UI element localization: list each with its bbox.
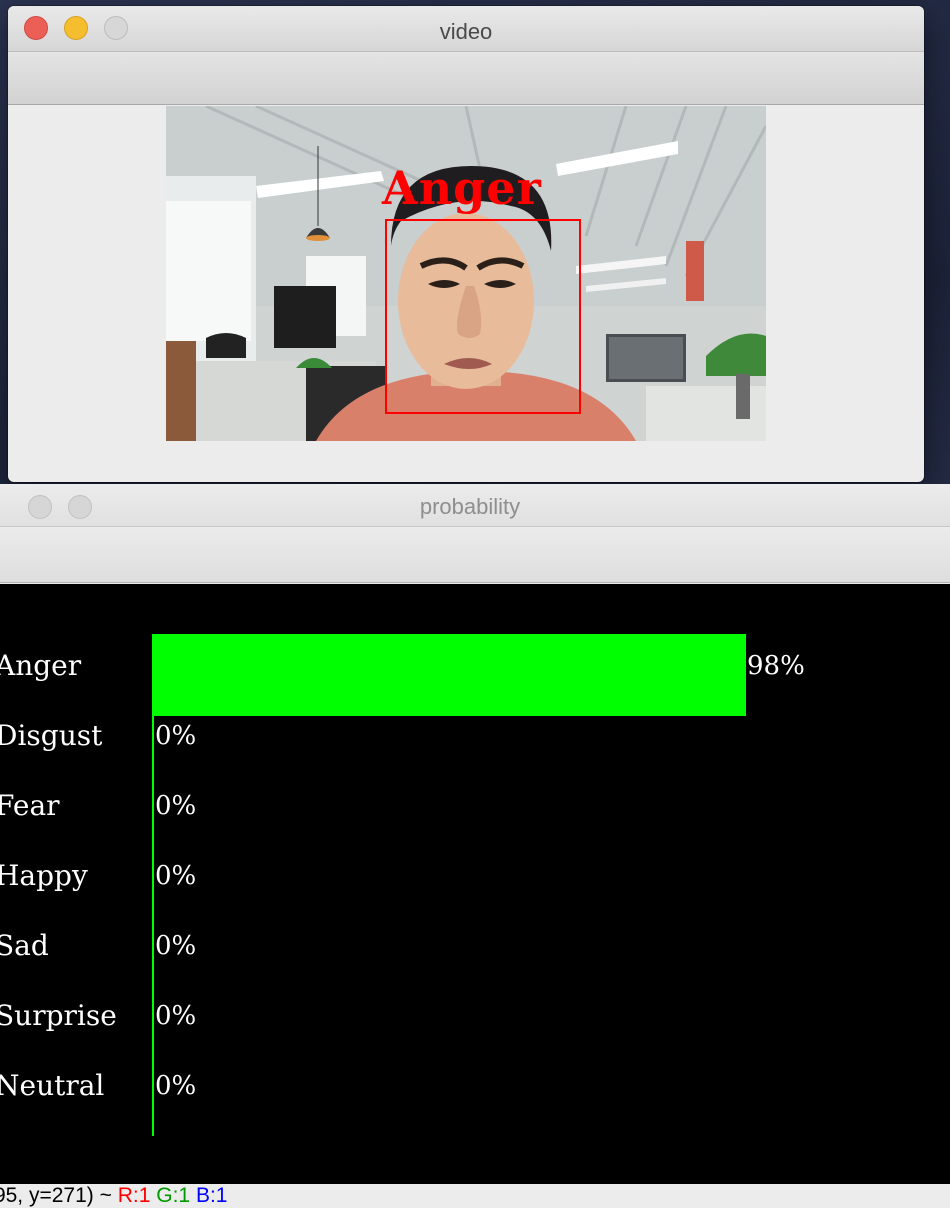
- probability-bar-sad: [152, 926, 154, 996]
- probability-value-fear: 0%: [155, 791, 197, 821]
- pixel-blue-value: B:1: [195, 1184, 228, 1207]
- probability-value-sad: 0%: [155, 931, 197, 961]
- probability-bar-disgust: [152, 716, 154, 786]
- detected-emotion-label: Anger: [382, 161, 542, 215]
- face-detection-box: [385, 219, 581, 414]
- emotion-label-disgust: Disgust: [0, 719, 103, 752]
- pixel-green-value: G:1: [156, 1184, 191, 1207]
- emotion-label-surprise: Surprise: [0, 999, 117, 1032]
- emotion-label-happy: Happy: [0, 859, 88, 892]
- pixel-red-value: R:1: [117, 1184, 151, 1207]
- video-window: video Anger: [8, 6, 924, 482]
- probability-toolbar: [0, 527, 950, 583]
- video-toolbar: [8, 52, 924, 105]
- probability-value-neutral: 0%: [155, 1071, 197, 1101]
- webcam-frame: Anger: [166, 106, 766, 441]
- emotion-label-fear: Fear: [0, 789, 60, 822]
- emotion-label-anger: Anger: [0, 649, 82, 682]
- emotion-label-neutral: Neutral: [0, 1069, 105, 1102]
- probability-window-title: probability: [419, 494, 521, 519]
- probability-bar-anger: [152, 634, 746, 716]
- emotion-label-sad: Sad: [0, 929, 49, 962]
- probability-bar-surprise: [152, 996, 154, 1066]
- probability-value-surprise: 0%: [155, 1001, 197, 1031]
- probability-window: probability Anger 98% Disgust 0% Fear 0%…: [0, 484, 950, 1208]
- probability-value-disgust: 0%: [155, 721, 197, 751]
- cursor-coordinates: =295, y=271) ~: [0, 1184, 112, 1207]
- probability-bar-fear: [152, 786, 154, 856]
- video-window-title: video: [439, 19, 493, 44]
- probability-bar-neutral: [152, 1066, 154, 1136]
- probability-value-anger: 98%: [747, 651, 805, 681]
- pixel-status-bar: =295, y=271) ~ R:1 G:1 B:1: [0, 1184, 950, 1208]
- video-titlebar[interactable]: video: [8, 6, 924, 52]
- probability-chart: Anger 98% Disgust 0% Fear 0% Happy 0% Sa…: [0, 584, 950, 1184]
- probability-bar-happy: [152, 856, 154, 926]
- probability-titlebar[interactable]: probability: [0, 484, 950, 527]
- probability-value-happy: 0%: [155, 861, 197, 891]
